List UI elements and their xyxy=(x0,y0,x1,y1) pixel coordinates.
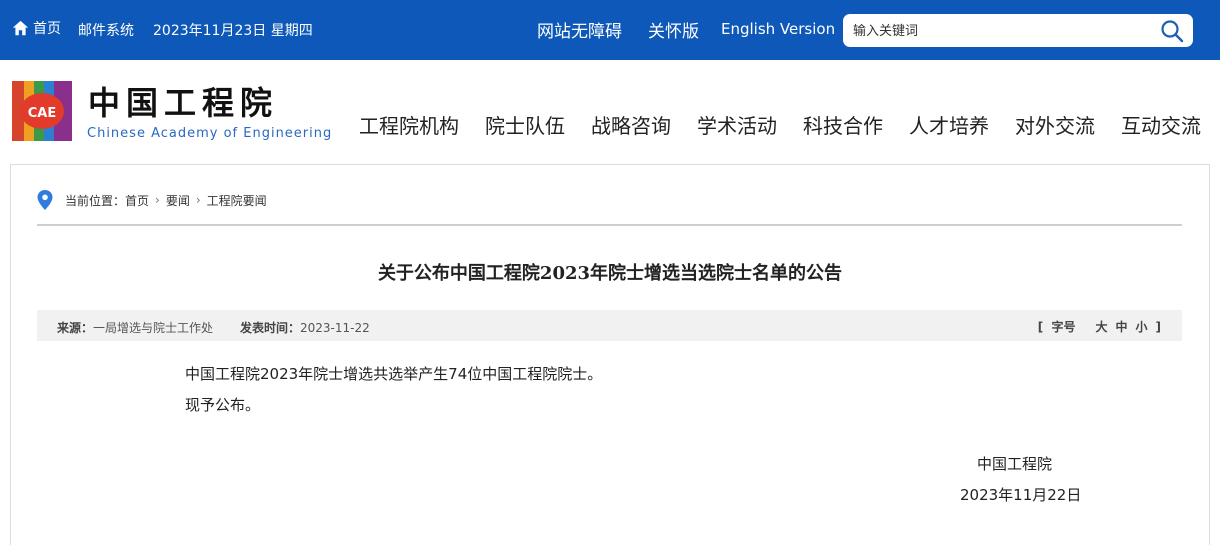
article-paragraph: 现予公布。 xyxy=(185,396,261,414)
chevron-right-icon: › xyxy=(155,193,160,207)
english-version-link[interactable]: English Version xyxy=(721,20,835,38)
nav-item-interaction[interactable]: 互动交流 xyxy=(1121,110,1201,139)
mail-system-link[interactable]: 邮件系统 xyxy=(78,20,134,40)
source-label: 来源： xyxy=(57,321,94,335)
font-size-small[interactable]: 小 xyxy=(1136,320,1148,334)
nav-item-academicians[interactable]: 院士队伍 xyxy=(485,110,565,139)
article-title: 关于公布中国工程院2023年院士增选当选院士名单的公告 xyxy=(377,263,843,284)
home-label: 首页 xyxy=(33,21,61,37)
site-name-en: Chinese Academy of Engineering xyxy=(87,126,333,141)
cae-logo-icon[interactable]: CAE xyxy=(12,81,72,141)
source-value: 一局增选与院士工作处 xyxy=(93,321,214,335)
search-input[interactable] xyxy=(851,20,1155,42)
nav-item-cooperation[interactable]: 科技合作 xyxy=(803,110,883,139)
care-version-link[interactable]: 关怀版 xyxy=(648,17,699,42)
current-date: 2023年11月23日 星期四 xyxy=(153,23,313,39)
breadcrumb: 当前位置： 首页 › 要闻 › 工程院要闻 xyxy=(37,190,267,210)
nav-item-talent[interactable]: 人才培养 xyxy=(909,110,989,139)
home-link[interactable]: 首页 xyxy=(12,18,61,38)
divider xyxy=(37,224,1182,226)
nav-item-international[interactable]: 对外交流 xyxy=(1015,110,1095,139)
logo-mark-text: CAE xyxy=(28,106,56,121)
search-box xyxy=(843,14,1193,47)
font-size-label: 字号 xyxy=(1051,320,1076,334)
signature-date: 2023年11月22日 xyxy=(960,486,1082,504)
breadcrumb-home[interactable]: 首页 xyxy=(125,192,149,209)
article-date: 发表时间：2023-11-22 xyxy=(240,319,370,336)
article-source: 来源：一局增选与院士工作处 xyxy=(57,319,213,336)
font-size-switcher: [ 字号大中小] xyxy=(1037,320,1161,334)
top-bar: 首页 邮件系统 2023年11月23日 星期四 网站无障碍 关怀版 Englis… xyxy=(0,0,1220,60)
font-size-medium[interactable]: 中 xyxy=(1115,320,1127,334)
breadcrumb-cae-news[interactable]: 工程院要闻 xyxy=(207,192,267,209)
date-value: 2023-11-22 xyxy=(300,321,370,335)
nav-item-consulting[interactable]: 战略咨询 xyxy=(591,110,671,139)
chevron-right-icon: › xyxy=(195,193,201,207)
signature-org: 中国工程院 xyxy=(977,455,1053,473)
article-meta-bar: 来源：一局增选与院士工作处 发表时间：2023-11-22 [ 字号大中小] xyxy=(37,310,1182,341)
breadcrumb-news[interactable]: 要闻 xyxy=(166,192,190,209)
site-name-cn: 中国工程院 xyxy=(88,84,279,122)
date-label: 发表时间： xyxy=(240,321,301,335)
location-pin-icon xyxy=(37,190,53,210)
article-paragraph: 中国工程院2023年院士增选共选举产生74位中国工程院院士。 xyxy=(185,365,603,383)
breadcrumb-prefix: 当前位置： xyxy=(65,193,126,208)
font-size-large[interactable]: 大 xyxy=(1095,320,1107,334)
search-icon[interactable] xyxy=(1160,19,1184,43)
nav-item-organization[interactable]: 工程院机构 xyxy=(359,110,459,139)
home-icon xyxy=(12,20,29,35)
main-nav: 工程院机构 院士队伍 战略咨询 学术活动 科技合作 人才培养 对外交流 互动交流 xyxy=(359,110,1201,139)
nav-item-academic[interactable]: 学术活动 xyxy=(697,110,777,139)
accessibility-link[interactable]: 网站无障碍 xyxy=(537,17,622,42)
